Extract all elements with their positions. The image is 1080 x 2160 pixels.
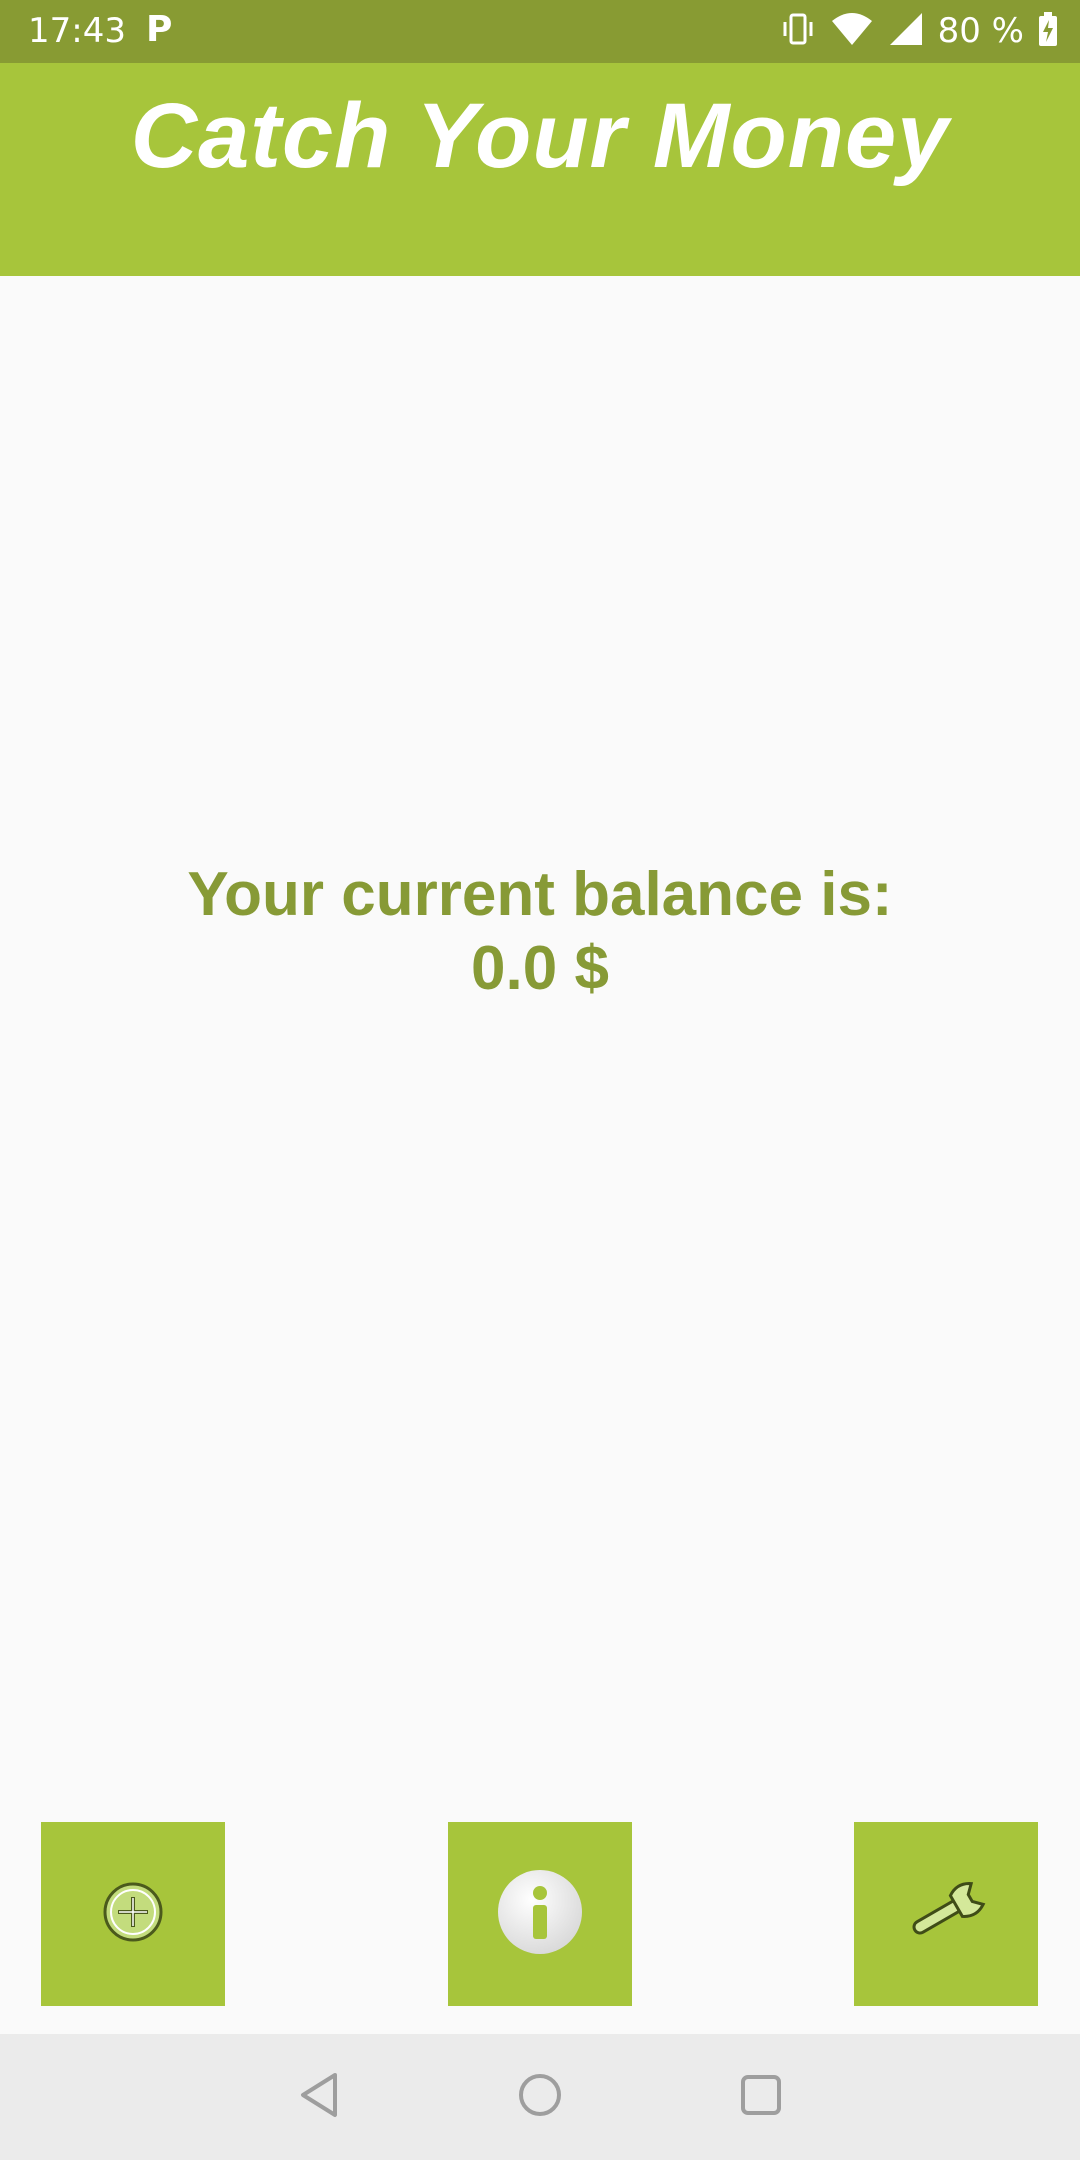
info-icon: [496, 1868, 584, 1961]
nav-home-button[interactable]: [505, 2062, 575, 2132]
app-title: Catch Your Money: [130, 85, 950, 187]
vibrate-icon: [780, 11, 816, 51]
app-bar: Catch Your Money: [0, 63, 1080, 276]
balance-value: 0.0 $: [471, 934, 609, 1003]
wifi-icon: [830, 11, 874, 51]
battery-percent: 80 %: [937, 11, 1024, 51]
balance-label: Your current balance is:: [187, 860, 893, 929]
nav-recents-button[interactable]: [726, 2062, 796, 2132]
add-circle-icon: [101, 1880, 165, 1949]
wrench-icon: [904, 1880, 988, 1949]
balance-display: Your current balance is: 0.0 $: [0, 858, 1080, 1006]
status-time: 17:43: [28, 11, 126, 51]
info-button[interactable]: [448, 1822, 632, 2006]
system-nav-bar: [0, 2034, 1080, 2160]
status-bar: 17:43 P 80 %: [0, 0, 1080, 63]
status-icons: 80 %: [780, 8, 1058, 54]
add-transaction-button[interactable]: [41, 1822, 225, 2006]
nav-back-button[interactable]: [284, 2062, 354, 2132]
app-screen: 17:43 P 80 % Catch Your Money Your curre…: [0, 0, 1080, 2160]
back-icon: [297, 2071, 341, 2124]
notification-parking-icon: P: [146, 9, 173, 50]
signal-icon: [888, 11, 924, 51]
battery-charging-icon: [1038, 11, 1058, 51]
settings-button[interactable]: [854, 1822, 1038, 2006]
home-icon: [517, 2072, 563, 2123]
recents-icon: [739, 2073, 783, 2122]
